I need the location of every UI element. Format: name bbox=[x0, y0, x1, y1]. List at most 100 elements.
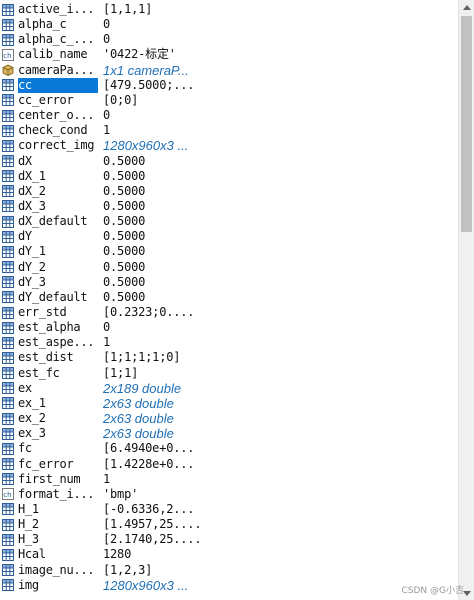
variable-name: calib_name bbox=[18, 47, 88, 62]
variable-row[interactable]: dX_1 0.5000 bbox=[0, 169, 458, 184]
variable-row[interactable]: est_dist [1;1;1;1;0] bbox=[0, 350, 458, 365]
variable-row[interactable]: alpha_c 0 bbox=[0, 17, 458, 32]
variable-row[interactable]: est_aspe... 1 bbox=[0, 335, 458, 350]
variable-name: cc_error bbox=[18, 92, 74, 107]
variable-name: alpha_c bbox=[18, 17, 67, 32]
variable-row[interactable]: dX_default 0.5000 bbox=[0, 214, 458, 229]
matrix-grid-icon bbox=[2, 185, 14, 198]
variable-row[interactable]: dY_2 0.5000 bbox=[0, 260, 458, 275]
variable-row[interactable]: ch calib_name '0422-标定' bbox=[0, 47, 458, 62]
variable-name: dY_default bbox=[18, 289, 88, 304]
variable-row[interactable]: active_i... [1,1,1] bbox=[0, 2, 458, 17]
variable-value: 0.5000 bbox=[103, 244, 146, 259]
variable-row[interactable]: first_num 1 bbox=[0, 472, 458, 487]
variable-name: ex_1 bbox=[18, 395, 46, 410]
variable-row[interactable]: fc_error [1.4228e+0... bbox=[0, 457, 458, 472]
variable-value: 0.5000 bbox=[103, 198, 146, 213]
variable-row[interactable]: fc [6.4940e+0... bbox=[0, 441, 458, 456]
variable-row[interactable]: err_std [0.2323;0.... bbox=[0, 305, 458, 320]
watermark-text: CSDN @G小吉 bbox=[401, 586, 465, 596]
variable-name: ex_2 bbox=[18, 411, 46, 426]
variable-row[interactable]: image_nu... [1,2,3] bbox=[0, 563, 458, 578]
variable-row[interactable]: dY_3 0.5000 bbox=[0, 275, 458, 290]
variable-name: H_2 bbox=[18, 517, 39, 532]
variable-name: est_dist bbox=[18, 350, 74, 365]
variable-value: 2x63 double bbox=[103, 395, 174, 411]
variable-row[interactable]: alpha_c_... 0 bbox=[0, 32, 458, 47]
variable-value: 2x189 double bbox=[103, 380, 182, 396]
variable-value: '0422-标定' bbox=[103, 47, 176, 62]
variable-row[interactable]: Hcal 1280 bbox=[0, 547, 458, 562]
variable-row[interactable]: H_3 [2.1740,25.... bbox=[0, 532, 458, 547]
variable-value: [1;1] bbox=[103, 365, 139, 380]
variable-name: dX_2 bbox=[18, 183, 46, 198]
scroll-up-arrow-icon[interactable] bbox=[459, 0, 474, 14]
variable-row[interactable]: center_o... 0 bbox=[0, 108, 458, 123]
variable-row[interactable]: dY 0.5000 bbox=[0, 229, 458, 244]
matrix-grid-icon bbox=[2, 427, 14, 440]
variable-value: 1280x960x3 ... bbox=[103, 577, 189, 593]
matrix-grid-icon bbox=[2, 94, 14, 107]
variable-value: 0.5000 bbox=[103, 183, 146, 198]
variable-value: [0;0] bbox=[103, 92, 139, 107]
variable-row[interactable]: dY_default 0.5000 bbox=[0, 290, 458, 305]
variable-value: 0.5000 bbox=[103, 214, 146, 229]
variable-row[interactable]: dY_1 0.5000 bbox=[0, 244, 458, 259]
variable-name: dY_1 bbox=[18, 244, 46, 259]
variable-name: dY_3 bbox=[18, 274, 46, 289]
svg-text:ch: ch bbox=[3, 52, 11, 60]
variable-name: cc bbox=[18, 77, 98, 93]
matrix-grid-icon bbox=[2, 518, 14, 531]
variable-value: 1 bbox=[103, 335, 111, 350]
variable-row[interactable]: ex_1 2x63 double bbox=[0, 396, 458, 411]
matrix-grid-icon bbox=[2, 503, 14, 516]
variable-row[interactable]: dX_3 0.5000 bbox=[0, 199, 458, 214]
matrix-grid-icon bbox=[2, 139, 14, 152]
variable-name: H_1 bbox=[18, 501, 39, 516]
variable-name: alpha_c_... bbox=[18, 32, 95, 47]
variable-value: [-0.6336,2... bbox=[103, 501, 195, 516]
variable-row[interactable]: H_2 [1.4957,25.... bbox=[0, 517, 458, 532]
matrix-grid-icon bbox=[2, 412, 14, 425]
variable-row[interactable]: est_alpha 0 bbox=[0, 320, 458, 335]
variable-name: est_alpha bbox=[18, 320, 81, 335]
scroll-thumb[interactable] bbox=[461, 16, 472, 232]
variable-row[interactable]: ex_3 2x63 double bbox=[0, 426, 458, 441]
variable-row[interactable]: cc_error [0;0] bbox=[0, 93, 458, 108]
matrix-grid-icon bbox=[2, 291, 14, 304]
variable-value: [479.5000;... bbox=[103, 77, 195, 92]
variable-row[interactable]: est_fc [1;1] bbox=[0, 366, 458, 381]
matrix-grid-icon bbox=[2, 261, 14, 274]
matrix-grid-icon bbox=[2, 564, 14, 577]
variable-name: dX_3 bbox=[18, 198, 46, 213]
matrix-grid-icon bbox=[2, 533, 14, 546]
variable-row[interactable]: check_cond 1 bbox=[0, 123, 458, 138]
variable-name: ex bbox=[18, 380, 32, 395]
variable-row[interactable]: dX 0.5000 bbox=[0, 154, 458, 169]
variable-row[interactable]: ch format_i... 'bmp' bbox=[0, 487, 458, 502]
variable-value: 0 bbox=[103, 108, 111, 123]
variable-value: 0.5000 bbox=[103, 259, 146, 274]
matrix-grid-icon bbox=[2, 245, 14, 258]
matrix-grid-icon bbox=[2, 79, 14, 92]
variable-value: 1280x960x3 ... bbox=[103, 138, 189, 154]
variable-value: [0.2323;0.... bbox=[103, 305, 195, 319]
variable-name: active_i... bbox=[18, 2, 95, 16]
variable-row[interactable]: cc [479.5000;... bbox=[0, 77, 458, 93]
variable-name: check_cond bbox=[18, 123, 88, 138]
variable-row[interactable]: H_1 [-0.6336,2... bbox=[0, 502, 458, 517]
variable-value: [1.4228e+0... bbox=[103, 456, 195, 471]
matrix-grid-icon bbox=[2, 230, 14, 243]
variable-row[interactable]: ex 2x189 double bbox=[0, 381, 458, 396]
matrix-grid-icon bbox=[2, 473, 14, 486]
matrix-grid-icon bbox=[2, 351, 14, 364]
matrix-grid-icon bbox=[2, 200, 14, 213]
variable-row[interactable]: cameraPa... 1x1 cameraP... bbox=[0, 63, 458, 78]
variable-row[interactable]: img 1280x960x3 ... bbox=[0, 578, 458, 593]
variable-name: Hcal bbox=[18, 547, 46, 562]
variable-row[interactable]: ex_2 2x63 double bbox=[0, 411, 458, 426]
variable-row[interactable]: dX_2 0.5000 bbox=[0, 184, 458, 199]
vertical-scrollbar[interactable] bbox=[458, 0, 474, 600]
variable-row[interactable]: correct_img 1280x960x3 ... bbox=[0, 138, 458, 153]
variable-name: cameraPa... bbox=[18, 62, 95, 77]
